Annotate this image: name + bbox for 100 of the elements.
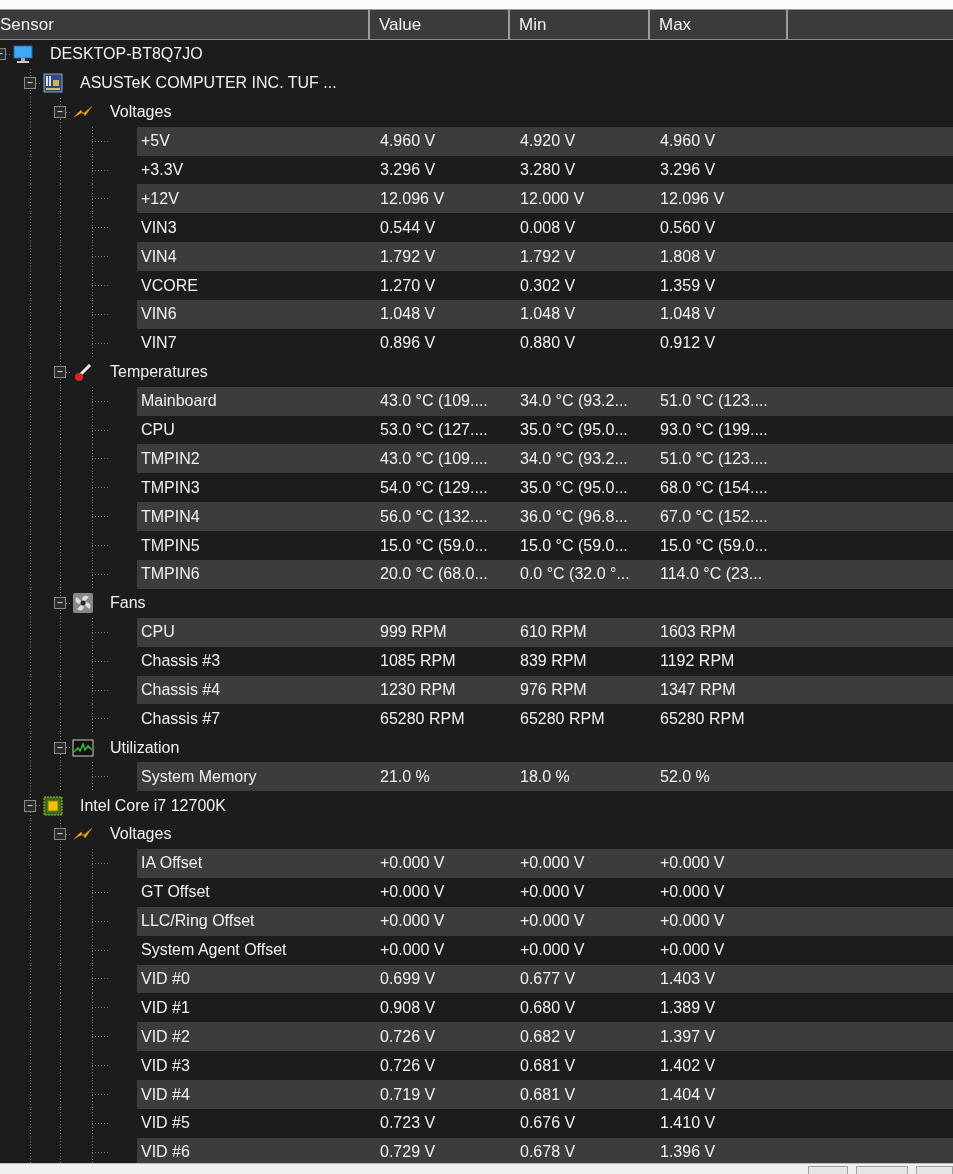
column-header[interactable]: Max [650,10,788,39]
reading-cell-text: +0.000 V [519,940,586,961]
sensor-name[interactable]: VID #4 [141,1082,190,1107]
tree-node-label[interactable]: ASUSTeK COMPUTER INC. TUF ... [80,71,337,96]
column-header[interactable]: Value [370,10,510,39]
reading-cell-text: 0.908 V [379,997,437,1018]
reading-cell-text: 0.726 V [379,1026,437,1047]
reading-cell-text: 0.681 V [519,1055,577,1076]
reading-cell-text: 839 RPM [519,651,588,672]
reading-cell-text: 53.0 °C (127.... [379,420,489,440]
reading-cell-text: 34.0 °C (93.2... [519,448,629,469]
sensor-name[interactable]: TMPIN5 [141,533,200,558]
sensor-name[interactable]: VID #1 [141,995,190,1020]
sensor-name[interactable]: TMPIN3 [141,475,200,500]
reading-cell-text: 15.0 °C (59.0... [659,535,769,556]
sensor-name[interactable]: CPU [141,620,175,645]
sensor-name[interactable]: +12V [141,186,179,211]
reading-cell-text: 0.726 V [379,1055,437,1076]
reading-cell-text: 35.0 °C (95.0... [519,477,629,498]
sensor-name[interactable]: TMPIN6 [141,562,200,587]
sensor-name[interactable]: TMPIN4 [141,504,200,529]
reading-cell-text: 1230 RPM [379,680,457,701]
collapse-toggle[interactable] [54,366,66,379]
sensor-name[interactable]: System Memory [141,764,257,789]
reading-cell-text: 1.403 V [659,968,717,989]
reading-cell-text: 114.0 °C (23... [659,564,764,585]
sensor-name[interactable]: Chassis #7 [141,706,221,731]
reading-cell-text: 1.792 V [379,246,437,267]
reading-cell-text: 12.096 V [659,188,726,209]
sensor-name[interactable]: VIN4 [141,244,177,269]
tree-node-label[interactable]: Utilization [110,735,180,760]
sensor-name[interactable]: IA Offset [141,851,203,876]
reading-cell-text: 0.912 V [659,333,717,354]
sensor-name[interactable]: CPU [141,418,175,442]
reading-cell-text: 999 RPM [379,622,448,643]
sensor-name[interactable]: VIN3 [141,215,177,240]
sensor-name[interactable]: VID #0 [141,966,190,991]
sensor-name[interactable]: VCORE [141,273,198,298]
reading-cell-text: 43.0 °C (109.... [379,391,489,412]
reading-cell-text: 68.0 °C (154.... [659,477,769,498]
collapse-toggle[interactable] [24,799,36,812]
column-header[interactable]: Sensor [0,10,370,39]
sensor-name[interactable]: +3.3V [141,158,184,182]
reading-cell-text: 1085 RPM [379,651,457,672]
sensor-name[interactable]: System Agent Offset [141,938,287,963]
reading-cell-text: +0.000 V [379,911,446,932]
reading-cell-text: 54.0 °C (129.... [379,477,489,498]
sensor-name[interactable]: Mainboard [141,389,217,414]
sensor-name[interactable]: VIN7 [141,331,177,356]
collapse-toggle[interactable] [54,106,66,119]
sensor-name[interactable]: VIN6 [141,302,177,327]
sensor-name[interactable]: LLC/Ring Offset [141,909,255,934]
reading-cell-text: +0.000 V [379,853,446,874]
sensor-name[interactable]: VID #5 [141,1111,190,1136]
reading-cell-text: 12.000 V [519,188,586,209]
reading-cell-text: 65280 RPM [519,708,606,729]
reading-cell-text: 0.678 V [519,1142,577,1163]
reading-cell-text: 1192 RPM [659,651,736,672]
reading-cell-text: 0.680 V [519,997,577,1018]
tree-node-label[interactable]: Temperatures [110,360,208,385]
sensor-name[interactable]: Chassis #4 [141,678,221,703]
reading-cell-text: 43.0 °C (109.... [379,448,489,469]
reading-cell-text: 0.560 V [659,217,717,238]
sensor-name[interactable]: VID #2 [141,1024,190,1049]
tree-node-label[interactable]: Voltages [110,822,172,847]
reading-cell-text: 15.0 °C (59.0... [519,535,629,556]
reading-cell-text: 0.0 °C (32.0 °... [519,564,631,585]
graph-icon [72,736,94,759]
reading-cell-text: 1.270 V [379,275,437,296]
sensor-name[interactable]: TMPIN2 [141,446,200,471]
sensor-name[interactable]: GT Offset [141,880,210,905]
reading-cell-text: 0.896 V [379,333,437,354]
collapse-toggle[interactable] [24,77,36,90]
collapse-toggle[interactable] [54,828,66,841]
reading-cell-text: 51.0 °C (123.... [659,448,769,469]
sensor-name[interactable]: +5V [141,129,170,154]
tree-node-label[interactable]: Fans [110,591,146,616]
reading-cell-text: 93.0 °C (199.... [659,420,769,440]
tree-node-label[interactable]: DESKTOP-BT8Q7JO [50,42,203,67]
reading-cell-text: 610 RPM [519,622,588,643]
motherboard-icon [42,72,64,95]
column-header[interactable]: Min [510,10,650,39]
sensor-name[interactable]: Chassis #3 [141,649,221,674]
monitor-icon [12,43,34,66]
reading-cell-text: 1.792 V [519,246,577,267]
reading-cell-text: +0.000 V [519,853,586,874]
sensor-name[interactable]: VID #6 [141,1140,190,1163]
reading-cell-text: 1.389 V [659,997,717,1018]
sensor-name[interactable]: VID #3 [141,1053,190,1078]
reading-cell-text: 20.0 °C (68.0... [379,564,489,585]
tree-node-label[interactable]: Voltages [110,100,172,125]
reading-cell-text: 1347 RPM [659,680,737,701]
tree-node-label[interactable]: Intel Core i7 12700K [80,793,226,818]
collapse-toggle[interactable] [54,741,66,754]
reading-cell-text: 15.0 °C (59.0... [379,535,489,556]
reading-cell-text: +0.000 V [379,882,446,903]
reading-cell-text: 0.302 V [519,275,577,296]
reading-cell-text: 12.096 V [379,188,446,209]
collapse-toggle[interactable] [54,597,66,610]
reading-cell-text: 51.0 °C (123.... [659,391,769,412]
